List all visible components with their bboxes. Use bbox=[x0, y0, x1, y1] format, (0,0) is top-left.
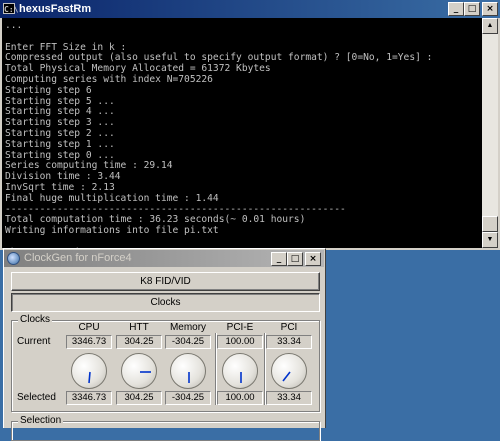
pci-e-dial[interactable] bbox=[222, 353, 258, 389]
maximize-button[interactable]: □ bbox=[464, 2, 480, 16]
console-titlebar[interactable]: C:\ hexusFastRm _ □ × bbox=[0, 0, 500, 18]
column-pci-e: PCI-E bbox=[226, 322, 254, 333]
htt-dial[interactable] bbox=[121, 353, 157, 389]
memory-dial[interactable] bbox=[170, 353, 206, 389]
maximize-button[interactable]: □ bbox=[287, 252, 303, 266]
column-htt: HTT bbox=[129, 322, 149, 333]
current-htt-value: 304.25 bbox=[116, 335, 162, 349]
selected-memory-value: -304.25 bbox=[165, 391, 211, 405]
console-app-icon: C:\ bbox=[3, 3, 19, 14]
current-pci-e-value: 100.00 bbox=[217, 335, 263, 349]
console-text: ... Enter FFT Size in k : Compressed out… bbox=[5, 20, 433, 248]
cpu-dial[interactable] bbox=[71, 353, 107, 389]
row-current-label: Current bbox=[17, 336, 51, 347]
selected-pci-e-value: 100.00 bbox=[217, 391, 263, 405]
clocks-group-label: Clocks bbox=[18, 314, 53, 326]
scroll-up-icon[interactable]: ▲ bbox=[482, 18, 498, 34]
close-button[interactable]: × bbox=[482, 2, 498, 16]
column-cpu: CPU bbox=[78, 322, 100, 333]
column-memory: Memory bbox=[169, 322, 207, 333]
console-output[interactable]: ... Enter FFT Size in k : Compressed out… bbox=[2, 18, 482, 248]
current-cpu-value: 3346.73 bbox=[66, 335, 112, 349]
tab-k8-fid-vid[interactable]: K8 FID/VID bbox=[11, 272, 320, 291]
tab-clocks[interactable]: Clocks bbox=[11, 293, 320, 312]
current-memory-value: -304.25 bbox=[165, 335, 211, 349]
selection-group: Selection bbox=[11, 415, 320, 441]
console-title: hexusFastRm bbox=[19, 3, 92, 15]
selected-pci-value: 33.34 bbox=[266, 391, 312, 405]
row-selected-label: Selected bbox=[17, 392, 56, 403]
scroll-thumb[interactable] bbox=[482, 216, 498, 232]
selection-group-label: Selection bbox=[18, 415, 64, 427]
minimize-button[interactable]: _ bbox=[271, 252, 287, 266]
scroll-down-icon[interactable]: ▼ bbox=[482, 232, 498, 248]
column-pci: PCI bbox=[280, 322, 298, 333]
selected-cpu-value: 3346.73 bbox=[66, 391, 112, 405]
minimize-button[interactable]: _ bbox=[448, 2, 464, 16]
pci-dial[interactable] bbox=[271, 353, 307, 389]
clockgen-window: ClockGen for nForce4 _ □ × K8 FID/VID Cl… bbox=[3, 248, 326, 441]
selected-htt-value: 304.25 bbox=[116, 391, 162, 405]
clockgen-title: ClockGen for nForce4 bbox=[24, 252, 132, 264]
clockgen-app-icon bbox=[7, 252, 20, 265]
current-pci-value: 33.34 bbox=[266, 335, 312, 349]
close-button[interactable]: × bbox=[305, 252, 321, 266]
clockgen-titlebar[interactable]: ClockGen for nForce4 _ □ × bbox=[4, 250, 324, 267]
console-scrollbar[interactable]: ▲ ▼ bbox=[482, 18, 498, 248]
console-window: C:\ hexusFastRm _ □ × ... Enter FFT Size… bbox=[0, 0, 500, 250]
